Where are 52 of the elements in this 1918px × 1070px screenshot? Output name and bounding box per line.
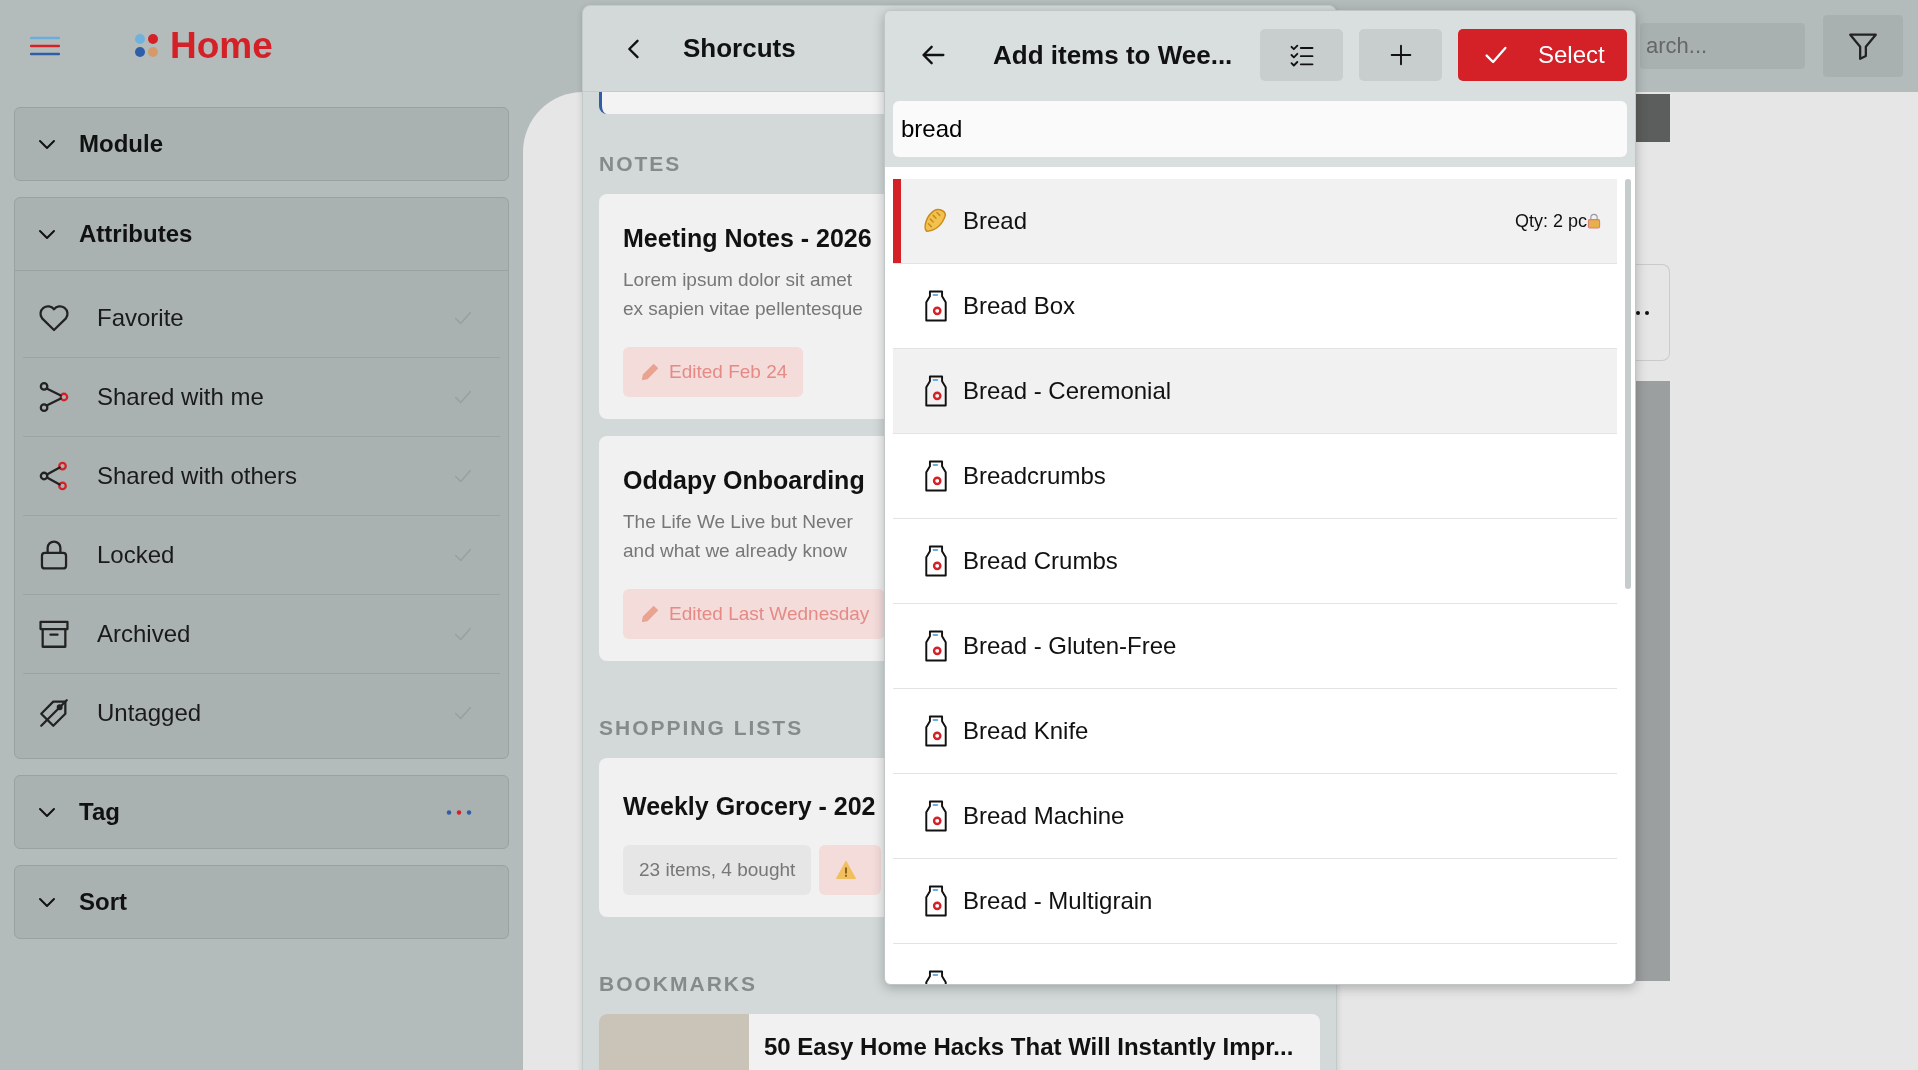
filter-item[interactable]: Shared with others: [23, 437, 500, 516]
search-field[interactable]: bread: [893, 101, 1627, 157]
item-row[interactable]: Bread - Multigrain: [893, 859, 1617, 944]
item-row[interactable]: Bread Machine: [893, 774, 1617, 859]
card-title: Oddapy Onboarding: [623, 466, 865, 495]
panel-title: Shorcuts: [683, 33, 796, 64]
bookmark-title: 50 Easy Home Hacks That Will Instantly Impr...: [764, 1033, 1294, 1061]
item-row[interactable]: Bread Qty: 2 pc: [893, 179, 1617, 264]
item-row[interactable]: Bread Crumbs: [893, 519, 1617, 604]
pencil-icon: [639, 603, 661, 625]
dialog-title: Add items to Wee...: [993, 39, 1233, 71]
logo-icon: [134, 33, 160, 59]
quantity-label: Qty: 2 pc: [1514, 210, 1587, 232]
edited-tag: Edited Feb 24: [623, 347, 804, 397]
select-button[interactable]: Select: [1458, 29, 1627, 81]
card-text: ex sapien vitae pellentesque: [623, 297, 863, 321]
item-row[interactable]: Bread - Ceremonial: [893, 349, 1617, 434]
tag-off-icon: [37, 696, 71, 730]
filter-item[interactable]: Locked: [23, 516, 500, 595]
filter-item[interactable]: Shared with me: [23, 358, 500, 437]
search-field[interactable]: arch...: [1640, 23, 1805, 69]
card-text: Lorem ipsum dolor sit amet: [623, 268, 853, 292]
section-heading: BOOKMARKS: [599, 972, 757, 996]
pencil-icon: [639, 361, 661, 383]
menu-icon[interactable]: [30, 36, 60, 56]
item-count-tag: 23 items, 4 bought: [623, 845, 812, 895]
card-text: The Life We Live but Never: [623, 510, 853, 534]
section-heading: SHOPPING LISTS: [599, 716, 804, 740]
card-title: Weekly Grocery - 202: [623, 792, 876, 821]
section-title[interactable]: Module: [79, 130, 163, 158]
filter-button[interactable]: [1823, 15, 1903, 77]
scrollbar[interactable]: [1625, 179, 1631, 589]
section-title[interactable]: Tag: [79, 798, 120, 826]
more-icon[interactable]: [1636, 310, 1650, 315]
item-row[interactable]: Bread Knife: [893, 689, 1617, 774]
checklist-button[interactable]: [1260, 29, 1343, 81]
section-title[interactable]: Attributes: [79, 220, 193, 248]
app-title: Home: [170, 25, 273, 67]
filter-item[interactable]: Archived: [23, 595, 500, 674]
item-row[interactable]: Breadcrumbs: [893, 434, 1617, 519]
bookmark-card[interactable]: 50 Easy Home Hacks That Will Instantly Impr...: [599, 1014, 1320, 1070]
item-row[interactable]: Bread - Gluten-Free: [893, 604, 1617, 689]
edited-tag: Edited Last Wednesday: [623, 589, 886, 639]
section-heading: NOTES: [599, 152, 682, 176]
filter-item[interactable]: Untagged: [23, 674, 500, 752]
share-nodes-icon: [37, 380, 71, 414]
card-text: and what we already know: [623, 539, 847, 563]
card-title: Meeting Notes - 2026: [623, 224, 872, 253]
filter-item[interactable]: Favorite: [23, 279, 500, 358]
section-title[interactable]: Sort: [79, 888, 127, 916]
photo-placeholder: [1634, 94, 1670, 142]
warning-icon: [835, 859, 858, 881]
